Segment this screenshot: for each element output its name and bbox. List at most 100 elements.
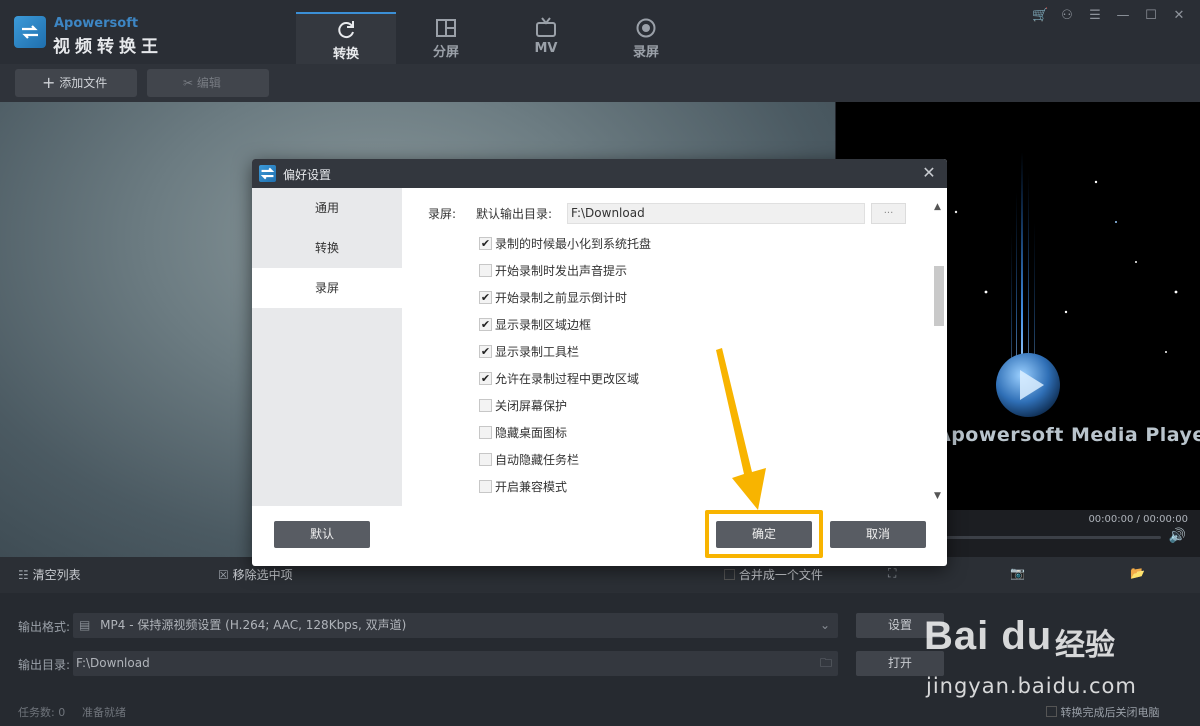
format-select[interactable]: ▤ MP4 - 保持源视频设置 (H.264; AAC, 128Kbps, 双声… [73,613,838,638]
dialog-title-bar: 偏好设置 ✕ [252,159,947,188]
add-file-label: 添加文件 [59,76,108,90]
option-label: 关闭屏幕保护 [495,398,568,413]
cancel-button[interactable]: 取消 [830,521,926,548]
format-label: 输出格式: [18,620,71,634]
checkbox-unchecked[interactable] [479,479,492,493]
chevron-down-icon: ⌄ [819,618,830,632]
option-row[interactable]: 自动隐藏任务栏 [479,450,579,468]
annotation-arrow [716,348,766,510]
option-label: 开启兼容模式 [495,479,568,494]
menu-icon[interactable]: ☰ [1088,8,1102,23]
option-label: 显示录制区域边框 [495,317,592,332]
task-count: 任务数: 0 [18,706,66,719]
dialog-close-icon[interactable]: ✕ [919,163,939,183]
clear-list-label: 清空列表 [32,568,81,582]
output-dir-value: F:\Download [76,656,150,670]
option-label: 录制的时候最小化到系统托盘 [495,236,652,251]
checkbox-checked[interactable]: ✔ [479,290,492,304]
annotation-highlight-box [705,510,823,558]
checkbox-unchecked[interactable] [479,398,492,412]
folder-open-icon[interactable]: 📂 [1130,566,1145,580]
status-text: 准备就绪 [82,706,126,719]
checkbox-unchecked[interactable] [479,263,492,277]
scissors-icon: ✂ [183,76,194,90]
tab-label: 分屏 [432,45,459,60]
scrollbar-thumb[interactable] [934,266,944,326]
baidu-url: jingyan.baidu.com [926,674,1137,698]
scroll-down-icon[interactable]: ▼ [934,491,941,501]
player-title: Apowersoft Media Player [936,424,1200,446]
edit-button[interactable]: ✂ 编辑 [147,69,269,97]
option-row[interactable]: ✔ 允许在录制过程中更改区域 [479,369,639,387]
dialog-title: 偏好设置 [283,168,332,182]
output-dir-label: 输出目录: [18,658,71,672]
tab-mv[interactable]: MV [496,12,596,64]
section-label: 录屏: [428,207,457,221]
nav-item-convert[interactable]: 转换 [252,228,402,268]
plus-icon: + [42,73,56,92]
checkbox-checked[interactable]: ✔ [479,344,492,358]
app-logo-icon [14,16,46,48]
checkbox-checked[interactable]: ✔ [479,236,492,250]
checkbox-checked[interactable]: ✔ [479,371,492,385]
checkbox-checked[interactable]: ✔ [479,317,492,331]
merge-checkbox-box[interactable] [724,569,735,580]
clear-list-button[interactable]: ☷ 清空列表 [18,566,81,583]
edit-label: 编辑 [196,76,221,90]
tab-label: MV [534,41,558,56]
record-settings-panel: 录屏: 默认输出目录: F:\Download ··· ✔ 录制的时候最小化到系统… [402,188,947,506]
baidu-jingyan-text: 经验 [1055,628,1115,663]
add-file-button[interactable]: + 添加文件 [15,69,137,97]
cart-icon[interactable]: 🛒 [1032,8,1048,23]
maximize-icon[interactable]: ☐ [1144,8,1158,23]
preferences-nav: 通用 转换 录屏 [252,188,402,506]
default-button[interactable]: 默认 [274,521,370,548]
tab-record[interactable]: 录屏 [596,12,696,64]
toolbar: + 添加文件 ✂ 编辑 [0,64,1200,102]
app-title: 视频转换王 [53,37,163,57]
folder-icon[interactable]: 🗀 [820,651,832,676]
browse-button[interactable]: ··· [871,203,906,224]
checkbox-unchecked[interactable] [479,425,492,439]
option-row[interactable]: ✔ 显示录制工具栏 [479,342,579,360]
record-icon [636,18,656,38]
output-dir-field[interactable]: F:\Download 🗀 [73,651,838,676]
format-value: MP4 - 保持源视频设置 (H.264; AAC, 128Kbps, 双声道) [100,618,407,632]
option-row[interactable]: ✔ 显示录制区域边框 [479,315,591,333]
camera-icon[interactable]: 📷 [1010,566,1025,580]
option-row[interactable]: 隐藏桌面图标 [479,423,567,441]
brand-name: Apowersoft [54,16,139,31]
scroll-up-icon[interactable]: ▲ [934,202,941,212]
nav-item-general[interactable]: 通用 [252,188,402,228]
split-screen-icon [436,19,456,37]
option-label: 隐藏桌面图标 [495,425,568,440]
crop-icon[interactable]: ⛶ [888,566,896,581]
minimize-icon[interactable]: — [1116,8,1130,23]
remove-selected-button[interactable]: ☒ 移除选中项 [218,566,293,583]
close-icon[interactable]: ✕ [1172,8,1186,23]
format-icon: ▤ [79,618,91,632]
remove-selected-icon: ☒ [218,568,229,582]
scrollbar[interactable]: ▲ ▼ [931,188,947,506]
checkbox-unchecked[interactable] [479,452,492,466]
option-row[interactable]: 开始录制时发出声音提示 [479,261,627,279]
nav-item-record[interactable]: 录屏 [252,268,402,308]
merge-checkbox[interactable]: 合并成一个文件 [724,566,823,583]
tv-icon [536,17,556,37]
option-row[interactable]: 关闭屏幕保护 [479,396,567,414]
option-row[interactable]: 开启兼容模式 [479,477,567,495]
tab-convert[interactable]: 转换 [296,12,396,64]
app-logo-icon [259,165,276,182]
tab-split-screen[interactable]: 分屏 [396,12,496,64]
merge-label: 合并成一个文件 [738,568,823,582]
title-bar: Apowersoft 视频转换王 转换 分屏 MV 录屏 🛒 ⚇ ☰ — ☐ ✕ [0,0,1200,64]
remove-selected-label: 移除选中项 [232,568,293,582]
default-dir-value: F:\Download [571,206,645,220]
option-label: 显示录制工具栏 [495,344,580,359]
progress-bar[interactable] [946,536,1161,539]
option-row[interactable]: ✔ 录制的时候最小化到系统托盘 [479,234,651,252]
volume-icon[interactable]: 🔊 [1169,528,1186,544]
default-dir-field[interactable]: F:\Download [567,203,865,224]
user-icon[interactable]: ⚇ [1060,8,1074,23]
option-row[interactable]: ✔ 开始录制之前显示倒计时 [479,288,627,306]
